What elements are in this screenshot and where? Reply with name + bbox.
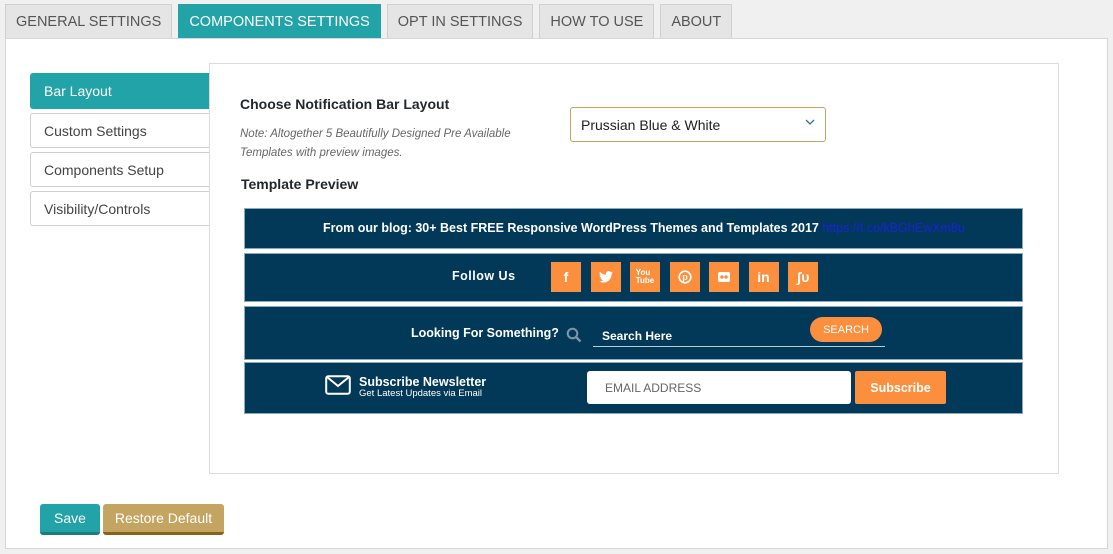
tab-components-settings[interactable]: Components Settings	[178, 4, 381, 38]
follow-us-label: Follow Us	[452, 269, 516, 283]
search-button[interactable]: SEARCH	[810, 317, 882, 342]
envelope-icon	[325, 375, 351, 395]
preview-newsletter-bar: Subscribe Newsletter Get Latest Updates …	[244, 362, 1023, 414]
subscribe-button[interactable]: Subscribe	[855, 371, 946, 404]
sidebar-item-visibility-controls[interactable]: Visibility/Controls	[30, 191, 212, 226]
tab-opt-in-settings[interactable]: Opt In Settings	[386, 4, 534, 38]
looking-for-label: Looking For Something?	[411, 326, 559, 340]
tab-general-settings[interactable]: General Settings	[5, 4, 173, 38]
sidebar-item-custom-settings[interactable]: Custom Settings	[30, 113, 212, 148]
sidebar-nav: Bar Layout Custom Settings Components Se…	[30, 73, 212, 230]
svg-text:p: p	[682, 272, 688, 282]
youtube-icon[interactable]: You Tube	[630, 262, 660, 292]
tab-about[interactable]: About	[660, 4, 733, 38]
sidebar-item-bar-layout[interactable]: Bar Layout	[30, 73, 212, 109]
preview-search-bar: Looking For Something? Search Here SEARC…	[244, 306, 1023, 360]
blog-text: From our blog: 30+ Best FREE Responsive …	[323, 221, 819, 235]
tab-how-to-use[interactable]: How To Use	[539, 4, 655, 38]
social-icons: f You Tube p in ʃυ	[551, 262, 818, 292]
flickr-icon[interactable]	[709, 262, 739, 292]
settings-tabs: General Settings Components Settings Opt…	[5, 4, 733, 38]
twitter-icon[interactable]	[590, 262, 621, 292]
chevron-down-icon	[805, 119, 815, 125]
newsletter-title: Subscribe Newsletter	[359, 375, 487, 389]
linkedin-icon[interactable]: in	[748, 262, 779, 292]
layout-select-value: Prussian Blue & White	[581, 116, 721, 133]
blog-link[interactable]: https://t.co/kBGhEwXm8u	[822, 221, 964, 235]
blog-text-line: From our blog: 30+ Best FREE Responsive …	[323, 221, 965, 235]
search-icon	[566, 327, 582, 343]
layout-note: Note: Altogether 5 Beautifully Designed …	[240, 128, 511, 159]
preview-blog-bar: From our blog: 30+ Best FREE Responsive …	[244, 208, 1023, 249]
layout-select[interactable]: Prussian Blue & White	[570, 107, 826, 142]
template-preview-heading: Template Preview	[241, 176, 359, 192]
facebook-icon[interactable]: f	[551, 262, 581, 292]
newsletter-subtitle: Get Latest Updates via Email	[359, 388, 483, 399]
pinterest-icon[interactable]: p	[669, 262, 700, 292]
sidebar-item-components-setup[interactable]: Components Setup	[30, 152, 212, 187]
stumbleupon-icon[interactable]: ʃυ	[788, 262, 818, 292]
save-button[interactable]: Save	[40, 504, 100, 535]
email-input[interactable]: EMAIL ADDRESS	[587, 371, 851, 404]
layout-heading: Choose Notification Bar Layout	[240, 96, 450, 112]
preview-follow-bar: Follow Us f You Tube p in ʃυ	[244, 253, 1023, 302]
restore-default-button[interactable]: Restore Default	[103, 504, 224, 535]
